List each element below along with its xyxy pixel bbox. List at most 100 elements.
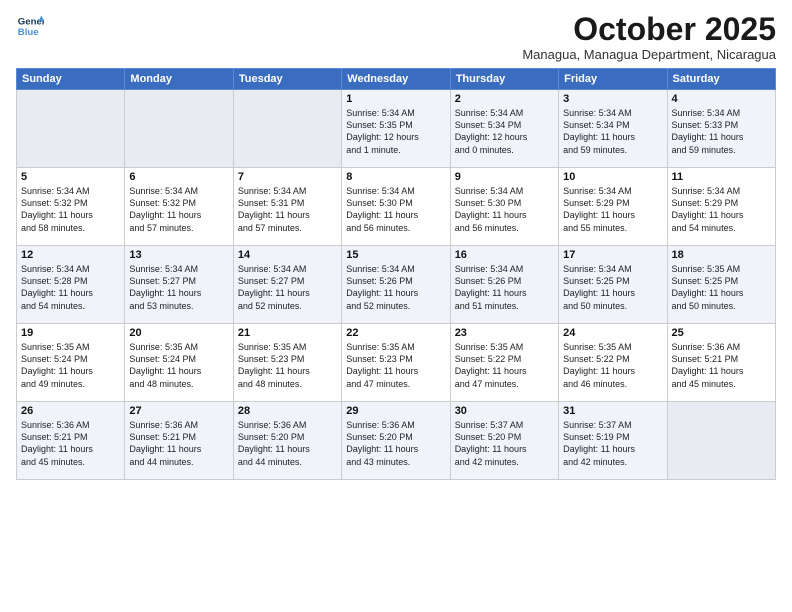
- day-number: 6: [129, 171, 228, 183]
- day-number: 30: [455, 405, 554, 417]
- day-info: Sunrise: 5:37 AM Sunset: 5:19 PM Dayligh…: [563, 419, 662, 468]
- day-number: 5: [21, 171, 120, 183]
- calendar-cell: 18 Sunrise: 5:35 AM Sunset: 5:25 PM Dayli…: [667, 246, 775, 324]
- header: General Blue October 2025 Managua, Manag…: [16, 12, 776, 62]
- calendar-cell: 8 Sunrise: 5:34 AM Sunset: 5:30 PM Daylig…: [342, 168, 450, 246]
- logo: General Blue: [16, 12, 44, 40]
- calendar-cell: 29 Sunrise: 5:36 AM Sunset: 5:20 PM Dayli…: [342, 402, 450, 480]
- day-number: 4: [672, 93, 771, 105]
- day-number: 11: [672, 171, 771, 183]
- day-info: Sunrise: 5:34 AM Sunset: 5:32 PM Dayligh…: [129, 185, 228, 234]
- day-info: Sunrise: 5:34 AM Sunset: 5:34 PM Dayligh…: [563, 107, 662, 156]
- calendar-cell: 10 Sunrise: 5:34 AM Sunset: 5:29 PM Dayli…: [559, 168, 667, 246]
- calendar-week-5: 26 Sunrise: 5:36 AM Sunset: 5:21 PM Dayli…: [17, 402, 776, 480]
- day-number: 18: [672, 249, 771, 261]
- day-info: Sunrise: 5:34 AM Sunset: 5:27 PM Dayligh…: [238, 263, 337, 312]
- day-info: Sunrise: 5:35 AM Sunset: 5:23 PM Dayligh…: [346, 341, 445, 390]
- calendar-cell: 4 Sunrise: 5:34 AM Sunset: 5:33 PM Daylig…: [667, 90, 775, 168]
- day-number: 25: [672, 327, 771, 339]
- day-info: Sunrise: 5:34 AM Sunset: 5:30 PM Dayligh…: [346, 185, 445, 234]
- calendar-cell: [125, 90, 233, 168]
- calendar-cell: 28Sunrise: 5:36 AM Sunset: 5:20 PM Dayli…: [233, 402, 341, 480]
- calendar-cell: 23Sunrise: 5:35 AM Sunset: 5:22 PM Dayli…: [450, 324, 558, 402]
- calendar-cell: 30 Sunrise: 5:37 AM Sunset: 5:20 PM Dayli…: [450, 402, 558, 480]
- calendar-week-3: 12 Sunrise: 5:34 AM Sunset: 5:28 PM Dayli…: [17, 246, 776, 324]
- day-info: Sunrise: 5:36 AM Sunset: 5:20 PM Dayligh…: [346, 419, 445, 468]
- calendar-cell: 3 Sunrise: 5:34 AM Sunset: 5:34 PM Daylig…: [559, 90, 667, 168]
- day-number: 22: [346, 327, 445, 339]
- day-info: Sunrise: 5:34 AM Sunset: 5:26 PM Dayligh…: [455, 263, 554, 312]
- day-info: Sunrise: 5:36 AM Sunset: 5:20 PM Dayligh…: [238, 419, 337, 468]
- calendar-cell: 1 Sunrise: 5:34 AM Sunset: 5:35 PM Daylig…: [342, 90, 450, 168]
- day-info: Sunrise: 5:34 AM Sunset: 5:29 PM Dayligh…: [672, 185, 771, 234]
- day-info: Sunrise: 5:34 AM Sunset: 5:26 PM Dayligh…: [346, 263, 445, 312]
- col-saturday: Saturday: [667, 69, 775, 90]
- calendar-cell: [233, 90, 341, 168]
- day-number: 19: [21, 327, 120, 339]
- day-number: 13: [129, 249, 228, 261]
- calendar-cell: [667, 402, 775, 480]
- subtitle: Managua, Managua Department, Nicaragua: [522, 47, 776, 62]
- day-info: Sunrise: 5:36 AM Sunset: 5:21 PM Dayligh…: [21, 419, 120, 468]
- day-info: Sunrise: 5:34 AM Sunset: 5:31 PM Dayligh…: [238, 185, 337, 234]
- col-monday: Monday: [125, 69, 233, 90]
- day-number: 12: [21, 249, 120, 261]
- day-info: Sunrise: 5:35 AM Sunset: 5:25 PM Dayligh…: [672, 263, 771, 312]
- day-number: 2: [455, 93, 554, 105]
- day-info: Sunrise: 5:34 AM Sunset: 5:32 PM Dayligh…: [21, 185, 120, 234]
- day-info: Sunrise: 5:36 AM Sunset: 5:21 PM Dayligh…: [129, 419, 228, 468]
- calendar: Sunday Monday Tuesday Wednesday Thursday…: [16, 68, 776, 480]
- col-wednesday: Wednesday: [342, 69, 450, 90]
- day-info: Sunrise: 5:34 AM Sunset: 5:30 PM Dayligh…: [455, 185, 554, 234]
- day-number: 20: [129, 327, 228, 339]
- day-info: Sunrise: 5:34 AM Sunset: 5:33 PM Dayligh…: [672, 107, 771, 156]
- day-number: 29: [346, 405, 445, 417]
- calendar-week-1: 1 Sunrise: 5:34 AM Sunset: 5:35 PM Daylig…: [17, 90, 776, 168]
- calendar-cell: 16 Sunrise: 5:34 AM Sunset: 5:26 PM Dayli…: [450, 246, 558, 324]
- day-info: Sunrise: 5:35 AM Sunset: 5:24 PM Dayligh…: [21, 341, 120, 390]
- calendar-cell: 17Sunrise: 5:34 AM Sunset: 5:25 PM Dayli…: [559, 246, 667, 324]
- calendar-cell: 2 Sunrise: 5:34 AM Sunset: 5:34 PM Daylig…: [450, 90, 558, 168]
- calendar-cell: [17, 90, 125, 168]
- calendar-week-2: 5 Sunrise: 5:34 AM Sunset: 5:32 PM Daylig…: [17, 168, 776, 246]
- day-number: 24: [563, 327, 662, 339]
- calendar-cell: 22 Sunrise: 5:35 AM Sunset: 5:23 PM Dayli…: [342, 324, 450, 402]
- calendar-cell: 12 Sunrise: 5:34 AM Sunset: 5:28 PM Dayli…: [17, 246, 125, 324]
- svg-text:General: General: [18, 16, 44, 27]
- day-info: Sunrise: 5:34 AM Sunset: 5:29 PM Dayligh…: [563, 185, 662, 234]
- svg-text:Blue: Blue: [18, 27, 39, 38]
- day-number: 16: [455, 249, 554, 261]
- day-info: Sunrise: 5:34 AM Sunset: 5:35 PM Dayligh…: [346, 107, 445, 156]
- day-number: 7: [238, 171, 337, 183]
- day-info: Sunrise: 5:34 AM Sunset: 5:34 PM Dayligh…: [455, 107, 554, 156]
- title-block: October 2025 Managua, Managua Department…: [522, 12, 776, 62]
- day-number: 23: [455, 327, 554, 339]
- calendar-cell: 20Sunrise: 5:35 AM Sunset: 5:24 PM Dayli…: [125, 324, 233, 402]
- col-thursday: Thursday: [450, 69, 558, 90]
- day-number: 3: [563, 93, 662, 105]
- col-friday: Friday: [559, 69, 667, 90]
- day-info: Sunrise: 5:34 AM Sunset: 5:28 PM Dayligh…: [21, 263, 120, 312]
- day-info: Sunrise: 5:37 AM Sunset: 5:20 PM Dayligh…: [455, 419, 554, 468]
- calendar-cell: 15 Sunrise: 5:34 AM Sunset: 5:26 PM Dayli…: [342, 246, 450, 324]
- logo-icon: General Blue: [16, 12, 44, 40]
- calendar-cell: 7 Sunrise: 5:34 AM Sunset: 5:31 PM Daylig…: [233, 168, 341, 246]
- day-number: 21: [238, 327, 337, 339]
- day-number: 27: [129, 405, 228, 417]
- calendar-cell: 6 Sunrise: 5:34 AM Sunset: 5:32 PM Daylig…: [125, 168, 233, 246]
- day-number: 10: [563, 171, 662, 183]
- month-title: October 2025: [522, 12, 776, 47]
- calendar-cell: 9 Sunrise: 5:34 AM Sunset: 5:30 PM Daylig…: [450, 168, 558, 246]
- calendar-cell: 25 Sunrise: 5:36 AM Sunset: 5:21 PM Dayli…: [667, 324, 775, 402]
- day-info: Sunrise: 5:36 AM Sunset: 5:21 PM Dayligh…: [672, 341, 771, 390]
- col-tuesday: Tuesday: [233, 69, 341, 90]
- day-number: 15: [346, 249, 445, 261]
- day-number: 8: [346, 171, 445, 183]
- day-number: 1: [346, 93, 445, 105]
- page: General Blue October 2025 Managua, Manag…: [0, 0, 792, 612]
- day-number: 9: [455, 171, 554, 183]
- day-number: 26: [21, 405, 120, 417]
- calendar-cell: 31Sunrise: 5:37 AM Sunset: 5:19 PM Dayli…: [559, 402, 667, 480]
- header-row: Sunday Monday Tuesday Wednesday Thursday…: [17, 69, 776, 90]
- day-info: Sunrise: 5:35 AM Sunset: 5:23 PM Dayligh…: [238, 341, 337, 390]
